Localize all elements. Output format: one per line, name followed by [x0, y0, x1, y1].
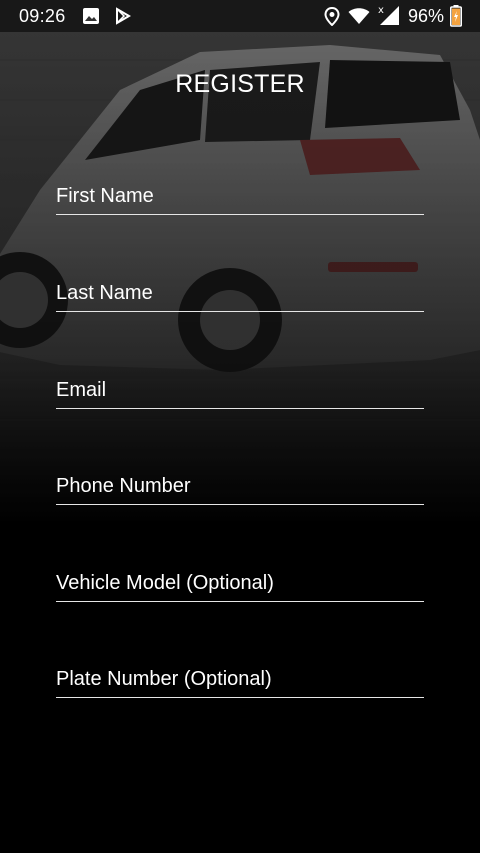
email-input[interactable]	[56, 379, 424, 402]
signal-icon: x	[378, 4, 400, 31]
plate-number-field[interactable]	[56, 653, 424, 698]
register-screen: 09:26 x 96% REGISTER First Name Last Nam…	[0, 0, 480, 853]
play-store-icon	[114, 7, 132, 30]
vehicle-model-input[interactable]	[56, 572, 424, 595]
battery-percentage: 96%	[407, 6, 444, 26]
vehicle-model-field[interactable]	[56, 557, 424, 602]
phone-number-input[interactable]	[56, 475, 424, 498]
location-icon	[324, 6, 340, 31]
last-name-field[interactable]	[56, 267, 424, 312]
battery-icon	[450, 5, 462, 32]
wifi-icon	[348, 8, 370, 30]
image-icon	[82, 7, 100, 30]
status-time: 09:26	[19, 6, 66, 26]
first-name-field[interactable]	[56, 170, 424, 215]
status-bar: 09:26 x 96%	[0, 0, 480, 32]
first-name-input[interactable]	[56, 185, 424, 208]
last-name-input[interactable]	[56, 282, 424, 305]
plate-number-input[interactable]	[56, 668, 424, 691]
email-field[interactable]	[56, 364, 424, 409]
svg-text:x: x	[378, 5, 384, 16]
page-title: REGISTER	[175, 70, 305, 98]
car-background-image	[0, 0, 480, 853]
phone-number-field[interactable]	[56, 460, 424, 505]
